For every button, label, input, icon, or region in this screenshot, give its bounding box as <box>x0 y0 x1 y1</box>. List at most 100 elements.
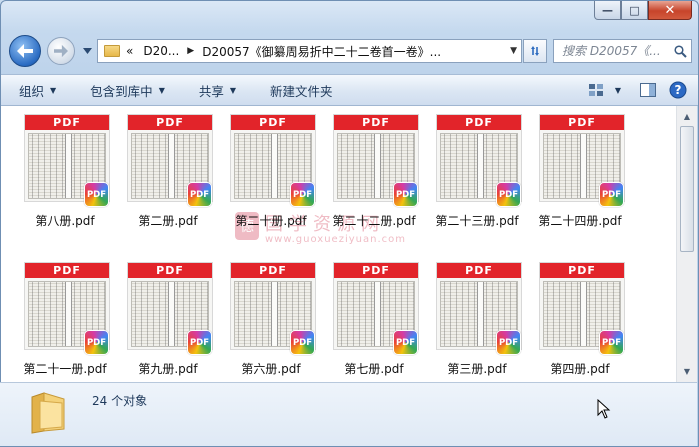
scrollbar-thumb[interactable] <box>680 126 694 252</box>
mouse-cursor-icon <box>597 399 611 419</box>
search-icon[interactable] <box>674 44 687 58</box>
recent-pages-dropdown[interactable] <box>81 45 93 57</box>
pdf-banner: PDF <box>25 115 109 130</box>
file-name: 第七册.pdf <box>344 362 404 376</box>
breadcrumb-overflow[interactable]: « <box>126 44 133 58</box>
file-name: 第八册.pdf <box>35 214 95 228</box>
file-name: 第九册.pdf <box>138 362 198 376</box>
scroll-up-icon[interactable]: ▲ <box>680 109 694 123</box>
share-menu[interactable]: 共享 ▼ <box>199 81 236 100</box>
file-item[interactable]: PDF PDF 第二十册.pdf <box>224 114 318 244</box>
file-item[interactable]: PDF PDF 第八册.pdf <box>18 114 112 244</box>
pdf-file-icon: PDF <box>393 330 418 355</box>
help-button[interactable]: ? <box>668 80 688 100</box>
file-item[interactable]: PDF PDF 第二十三册.pdf <box>430 114 524 244</box>
new-folder-button[interactable]: 新建文件夹 <box>270 81 333 100</box>
scroll-down-icon[interactable]: ▼ <box>680 364 694 378</box>
folder-large-icon <box>31 392 65 434</box>
pdf-banner: PDF <box>128 263 212 278</box>
back-arrow-icon <box>17 44 33 58</box>
svg-text:?: ? <box>675 83 682 97</box>
pdf-file-icon: PDF <box>290 330 315 355</box>
file-item[interactable]: PDF PDF 第四册.pdf <box>533 262 627 382</box>
chevron-down-icon: ▼ <box>50 85 57 95</box>
pdf-banner: PDF <box>540 263 624 278</box>
file-item[interactable]: PDF PDF 第二十二册.pdf <box>327 114 421 244</box>
chevron-down-icon <box>82 48 92 54</box>
close-button[interactable]: ✕ <box>648 1 692 20</box>
minimize-button[interactable]: — <box>594 1 621 20</box>
file-name: 第三册.pdf <box>447 362 507 376</box>
chevron-down-icon: ▼ <box>614 85 622 95</box>
pdf-file-icon: PDF <box>187 182 212 207</box>
pdf-file-icon: PDF <box>290 182 315 207</box>
pdf-banner: PDF <box>437 115 521 130</box>
pdf-file-icon: PDF <box>496 182 521 207</box>
pdf-banner: PDF <box>540 115 624 130</box>
pdf-banner: PDF <box>128 115 212 130</box>
file-item[interactable]: PDF PDF 第二册.pdf <box>121 114 215 244</box>
file-name: 第二十册.pdf <box>235 214 307 228</box>
breadcrumb-item[interactable]: D20... <box>143 44 179 58</box>
pdf-file-icon: PDF <box>393 182 418 207</box>
file-item[interactable]: PDF PDF 第二十一册.pdf <box>18 262 112 382</box>
share-label: 共享 <box>198 83 224 99</box>
pdf-file-icon: PDF <box>187 330 212 355</box>
address-bar[interactable]: « D20... ▶ D20057《御纂周易折中二十二卷首一卷》... ▼ <box>97 39 522 63</box>
pdf-banner: PDF <box>437 263 521 278</box>
item-count: 24 个对象 <box>92 394 148 408</box>
minimize-icon: — <box>602 3 613 17</box>
pdf-banner: PDF <box>334 263 418 278</box>
file-name: 第二十三册.pdf <box>435 214 519 228</box>
preview-pane-icon <box>640 83 656 97</box>
back-button[interactable] <box>9 35 41 67</box>
vertical-scrollbar[interactable]: ▲ ▼ <box>676 106 697 382</box>
details-pane: 24 个对象 <box>0 382 697 446</box>
file-list[interactable]: 德 国学资源网 www.guoxueziyuan.com PDF PDF 第八册.p… <box>1 106 676 382</box>
maximize-icon: □ <box>629 3 640 17</box>
file-name: 第六册.pdf <box>241 362 301 376</box>
refresh-button[interactable] <box>523 39 547 63</box>
include-in-library-menu[interactable]: 包含到库中 ▼ <box>90 81 165 100</box>
pdf-file-icon: PDF <box>599 182 624 207</box>
pdf-banner: PDF <box>231 263 315 278</box>
address-dropdown-icon[interactable]: ▼ <box>510 46 517 56</box>
pdf-file-icon: PDF <box>84 182 109 207</box>
file-item[interactable]: PDF PDF 第七册.pdf <box>327 262 421 382</box>
breadcrumb-separator-icon[interactable]: ▶ <box>187 46 194 56</box>
pdf-file-icon: PDF <box>84 330 109 355</box>
file-item[interactable]: PDF PDF 第二十四册.pdf <box>533 114 627 244</box>
file-name: 第二十一册.pdf <box>23 362 107 376</box>
file-item[interactable]: PDF PDF 第六册.pdf <box>224 262 318 382</box>
organize-menu[interactable]: 组织 ▼ <box>19 81 56 100</box>
maximize-button[interactable]: □ <box>621 1 648 20</box>
folder-icon <box>104 45 120 57</box>
chevron-down-icon: ▼ <box>229 85 237 95</box>
caption-buttons: — □ ✕ <box>594 1 692 20</box>
search-input[interactable] <box>562 44 674 58</box>
file-name: 第二十四册.pdf <box>538 214 622 228</box>
file-name: 第二十二册.pdf <box>332 214 416 228</box>
file-name: 第四册.pdf <box>550 362 610 376</box>
view-grid-icon <box>589 84 603 96</box>
search-box[interactable] <box>553 39 692 63</box>
help-icon: ? <box>669 81 687 99</box>
view-options-dropdown[interactable]: ▼ <box>608 80 628 100</box>
file-item[interactable]: PDF PDF 第三册.pdf <box>430 262 524 382</box>
close-icon: ✕ <box>664 2 676 18</box>
change-view-button[interactable] <box>586 80 606 100</box>
pdf-banner: PDF <box>231 115 315 130</box>
forward-arrow-icon <box>54 44 68 58</box>
breadcrumb-item-current[interactable]: D20057《御纂周易折中二十二卷首一卷》... <box>202 43 441 60</box>
file-item[interactable]: PDF PDF 第九册.pdf <box>121 262 215 382</box>
pdf-file-icon: PDF <box>599 330 624 355</box>
refresh-icon <box>531 46 539 56</box>
forward-button[interactable] <box>47 37 75 65</box>
new-folder-label: 新建文件夹 <box>270 83 333 99</box>
pdf-banner: PDF <box>334 115 418 130</box>
view-tools: ▼ ? <box>576 80 688 100</box>
organize-label: 组织 <box>19 83 45 99</box>
preview-pane-button[interactable] <box>638 80 658 100</box>
include-library-label: 包含到库中 <box>90 83 153 99</box>
file-name: 第二册.pdf <box>138 214 198 228</box>
